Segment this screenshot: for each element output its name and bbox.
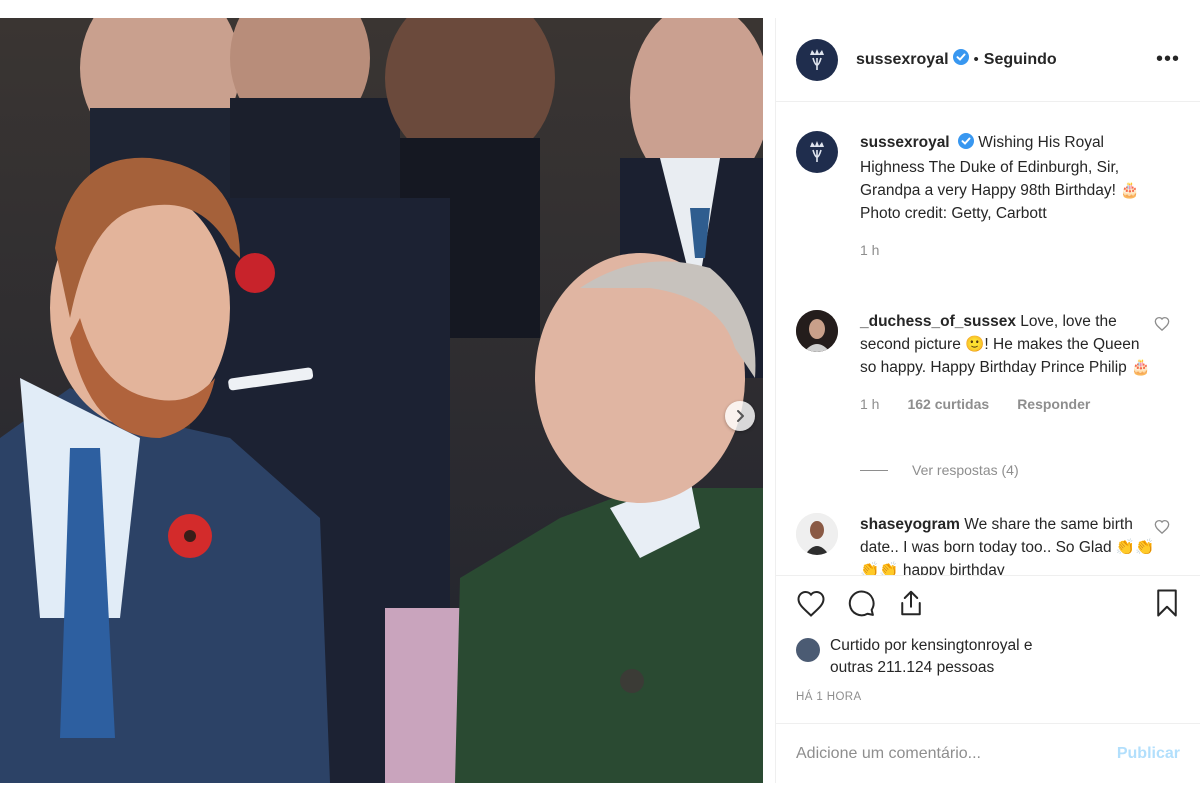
post-actions	[776, 575, 1200, 635]
view-replies-button[interactable]: Ver respostas (4)	[860, 462, 1019, 478]
header-separator: •	[973, 51, 979, 68]
likes-text[interactable]: Curtido por kensingtonroyal e outras 211…	[830, 635, 1032, 679]
caption-username[interactable]: sussexroyal	[860, 134, 950, 151]
comment-body: _duchess_of_sussex Love, love the second…	[860, 310, 1155, 416]
likes-line-2: outras 211.124 pessoas	[830, 659, 995, 676]
liker-avatar[interactable]	[796, 638, 820, 662]
view-replies-label: Ver respostas (4)	[912, 462, 1019, 478]
caption: sussexroyal Wishing His Royal Highness T…	[776, 131, 1200, 262]
carousel-next-button[interactable]	[725, 401, 755, 431]
replies-divider-line	[860, 469, 888, 471]
heart-icon[interactable]	[796, 589, 826, 622]
caption-avatar[interactable]	[796, 131, 838, 173]
caption-meta: 1 h	[860, 239, 1155, 262]
person-avatar-icon	[796, 310, 838, 352]
following-button[interactable]: Seguindo	[984, 51, 1057, 69]
add-comment-bar: Publicar	[776, 723, 1200, 783]
comment-like-heart-icon[interactable]	[1154, 519, 1170, 539]
caption-credit: Photo credit: Getty, Carbott	[860, 205, 1047, 222]
post-side-panel: sussexroyal • Seguindo ••• sussexroyal W…	[775, 18, 1200, 783]
crest-icon	[810, 48, 824, 70]
reply-button[interactable]: Responder	[1017, 393, 1090, 416]
verified-badge-icon	[957, 133, 974, 156]
account-avatar[interactable]	[796, 38, 838, 81]
comment-username[interactable]: shaseyogram	[860, 516, 960, 533]
comment-likes[interactable]: 162 curtidas	[907, 393, 989, 416]
commenter-avatar[interactable]	[796, 310, 838, 352]
person-avatar-icon	[796, 513, 838, 555]
chevron-right-icon	[737, 410, 744, 422]
post-header: sussexroyal • Seguindo •••	[776, 18, 1200, 102]
likes-line-1: Curtido por kensingtonroyal e	[830, 637, 1033, 654]
commenter-avatar[interactable]	[796, 513, 838, 555]
comment-item: _duchess_of_sussex Love, love the second…	[776, 310, 1200, 416]
header-username[interactable]: sussexroyal	[856, 51, 949, 69]
photo-illustration	[0, 18, 763, 783]
bookmark-icon[interactable]	[1154, 588, 1180, 623]
comment-username[interactable]: _duchess_of_sussex	[860, 313, 1016, 330]
comment-item: shaseyogram We share the same birth date…	[776, 513, 1200, 575]
comment-body: shaseyogram We share the same birth date…	[860, 513, 1155, 575]
crest-icon	[810, 141, 824, 162]
caption-time: 1 h	[860, 242, 880, 258]
publish-button[interactable]: Publicar	[1117, 745, 1180, 763]
verified-badge-icon	[952, 49, 969, 70]
comments-list[interactable]: sussexroyal Wishing His Royal Highness T…	[776, 103, 1200, 575]
comment-icon[interactable]	[846, 588, 876, 623]
likes-summary: Curtido por kensingtonroyal e outras 211…	[796, 635, 1180, 679]
caption-body: sussexroyal Wishing His Royal Highness T…	[860, 131, 1155, 262]
more-options-button[interactable]: •••	[1156, 48, 1180, 71]
post-timestamp[interactable]: HÁ 1 HORA	[796, 691, 862, 703]
comment-like-heart-icon[interactable]	[1154, 316, 1170, 336]
comment-input[interactable]	[796, 744, 1117, 763]
comment-meta: 1 h 162 curtidas Responder	[860, 393, 1155, 416]
post-photo[interactable]	[0, 18, 763, 783]
share-icon[interactable]	[896, 588, 926, 623]
comment-time: 1 h	[860, 396, 880, 412]
